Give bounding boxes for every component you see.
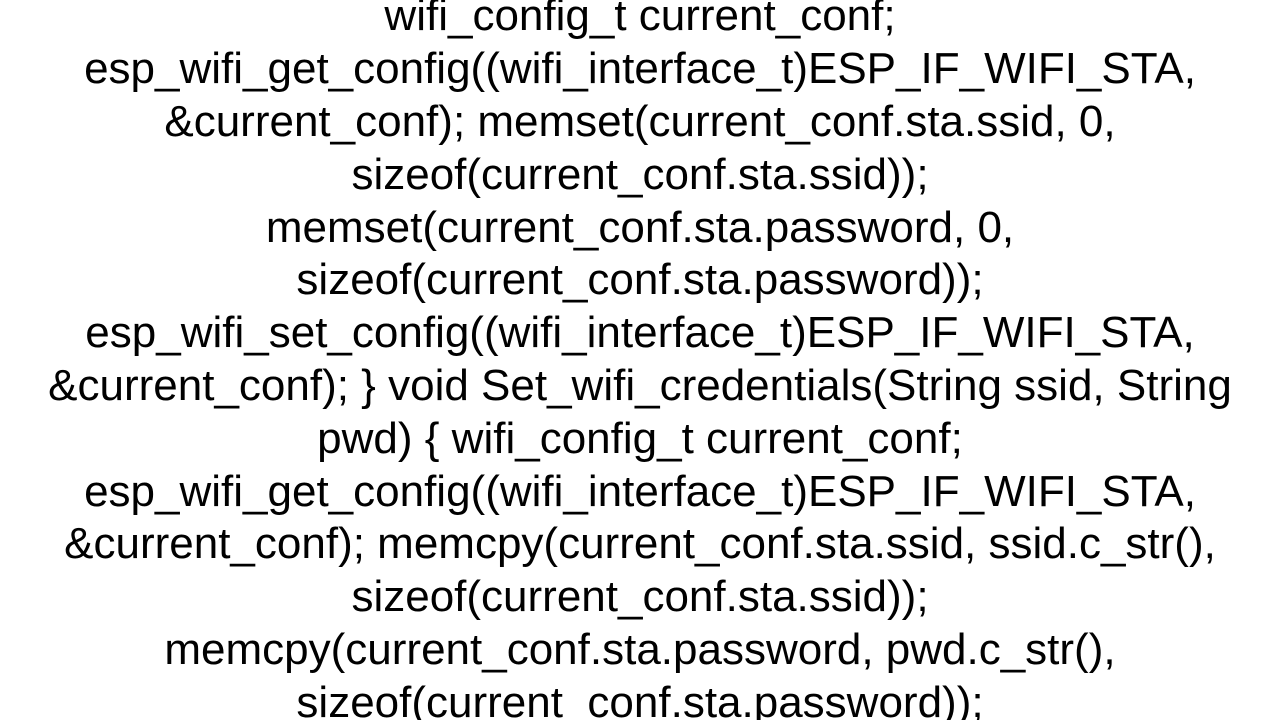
code-snippet: wifi_config_t current_conf; esp_wifi_get…	[0, 0, 1280, 720]
code-text: wifi_config_t current_conf; esp_wifi_get…	[40, 0, 1240, 720]
